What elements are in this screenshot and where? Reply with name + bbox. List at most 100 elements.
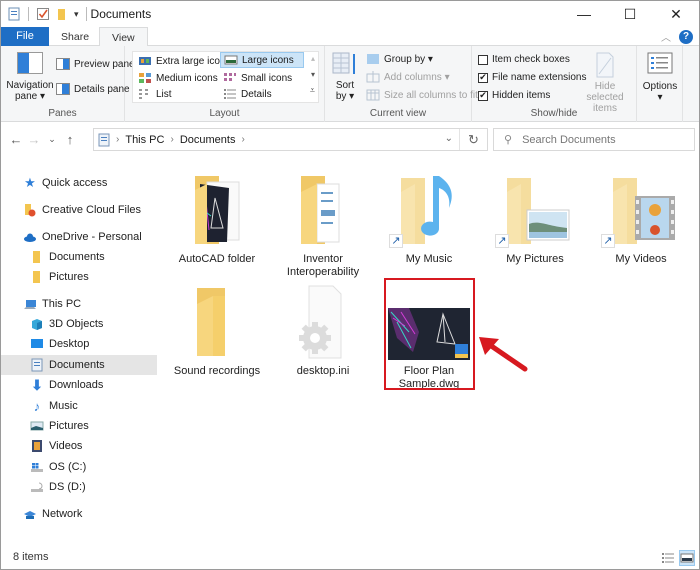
sidebar-item-onedrive-pictures[interactable]: Pictures xyxy=(1,267,157,287)
hide-selected-icon xyxy=(596,52,614,78)
current-view-group: Sort by ▾ Group by ▾ Add columns ▾ Size … xyxy=(325,46,478,122)
sidebar-item-videos[interactable]: Videos xyxy=(1,436,157,456)
music-note-icon: ♪ xyxy=(33,398,41,414)
up-button[interactable]: ↑ xyxy=(61,132,79,147)
file-name-extensions-toggle[interactable]: ✔ File name extensions xyxy=(478,72,587,83)
sidebar-item-downloads[interactable]: ⬇ Downloads xyxy=(1,375,157,395)
sidebar-item-onedrive[interactable]: OneDrive - Personal xyxy=(1,227,157,247)
layout-scroll-up[interactable]: ▴ xyxy=(311,54,315,63)
sidebar-item-music[interactable]: ♪ Music xyxy=(1,396,157,416)
size-all-columns-button[interactable]: Size all columns to fit xyxy=(366,89,478,101)
layout-expand[interactable]: ⩡ xyxy=(310,85,315,96)
folder-with-drawing-icon xyxy=(195,176,240,244)
back-button[interactable]: ← xyxy=(7,132,25,147)
sidebar-item-3d-objects[interactable]: 3D Objects xyxy=(1,314,157,334)
layout-list[interactable]: List xyxy=(135,86,175,102)
hidden-items-toggle[interactable]: ✔ Hidden items xyxy=(478,90,550,101)
file-item-desktop-ini[interactable]: desktop.ini xyxy=(273,282,373,378)
file-item-sound-recordings[interactable]: Sound recordings xyxy=(167,282,267,378)
sort-by-button[interactable]: Sort by ▾ xyxy=(331,52,359,102)
panes-group-label: Panes xyxy=(48,108,77,119)
item-check-boxes-checkbox[interactable] xyxy=(478,54,488,65)
layout-scroll-down[interactable]: ▾ xyxy=(311,70,315,79)
layout-small-icons[interactable]: Small icons xyxy=(220,70,295,86)
properties-icon[interactable] xyxy=(7,7,21,21)
show-hide-group: Item check boxes ✔ File name extensions … xyxy=(472,46,637,122)
preview-pane-icon xyxy=(56,58,70,70)
sidebar-item-documents[interactable]: Documents xyxy=(1,355,157,375)
group-by-icon xyxy=(367,54,379,64)
address-bar[interactable]: › This PC › Documents › ⌄ ↻ xyxy=(93,128,488,151)
layout-gallery: Extra large icons Large icons Medium ico… xyxy=(132,51,319,103)
layout-medium-icons[interactable]: Medium icons xyxy=(135,70,221,86)
minimize-button[interactable]: — xyxy=(561,1,607,27)
options-button[interactable]: Options ▾ xyxy=(641,52,679,103)
details-pane-button[interactable]: Details pane xyxy=(56,83,130,95)
breadcrumb-this-pc[interactable]: This PC xyxy=(125,134,164,146)
new-folder-icon[interactable] xyxy=(55,7,69,21)
folder-icon xyxy=(197,288,225,356)
layout-large-icons[interactable]: Large icons xyxy=(220,52,304,68)
medium-icons-icon xyxy=(139,73,151,83)
close-button[interactable]: ✕ xyxy=(653,1,699,27)
details-view-icon xyxy=(662,553,674,563)
current-view-group-label: Current view xyxy=(369,108,427,119)
folder-with-document-icon xyxy=(301,176,340,244)
large-icons-view-toggle[interactable] xyxy=(679,550,695,566)
details-view-toggle[interactable] xyxy=(660,550,676,566)
settings-file-icon xyxy=(299,285,342,359)
layout-group-label: Layout xyxy=(209,108,240,119)
recent-locations-button[interactable]: ⌄ xyxy=(43,134,61,145)
customize-toolbar-icon[interactable]: ▾ xyxy=(74,9,79,20)
checkmark-icon[interactable] xyxy=(36,7,50,21)
highlight-box xyxy=(384,278,475,390)
file-item-autocad-folder[interactable]: AutoCAD folder xyxy=(167,170,267,266)
sidebar-item-creative-cloud[interactable]: Creative Cloud Files xyxy=(1,200,157,220)
sidebar-item-ds-d[interactable]: DS (D:) xyxy=(1,477,157,497)
panes-group: Navigation pane ▾ Preview pane Details p… xyxy=(1,46,135,122)
download-arrow-icon: ⬇ xyxy=(31,376,43,393)
sidebar-item-onedrive-documents[interactable]: Documents xyxy=(1,247,157,267)
file-name: My Music xyxy=(405,253,453,265)
sidebar-item-os-c[interactable]: OS (C:) xyxy=(1,457,157,477)
file-name: Inventor Interoperability xyxy=(286,253,360,278)
navigation-bar: ← → ⌄ ↑ › This PC › Documents › ⌄ ↻ ⚲ Se… xyxy=(1,122,699,156)
item-check-boxes-toggle[interactable]: Item check boxes xyxy=(478,54,570,65)
collapse-ribbon-icon[interactable]: ︿ xyxy=(661,29,671,44)
tab-share[interactable]: Share xyxy=(51,27,99,46)
layout-details[interactable]: Details xyxy=(220,86,275,102)
tab-view[interactable]: View xyxy=(99,27,148,47)
add-columns-button[interactable]: Add columns ▾ xyxy=(366,71,450,83)
file-item-inventor-interoperability[interactable]: Inventor Interoperability xyxy=(273,170,373,279)
file-name-extensions-checkbox[interactable]: ✔ xyxy=(478,72,488,83)
sidebar-item-quick-access[interactable]: ★ Quick access xyxy=(1,173,157,193)
search-input[interactable]: Search Documents xyxy=(522,134,616,146)
forward-button[interactable]: → xyxy=(25,132,43,147)
size-columns-icon xyxy=(366,89,380,101)
sidebar-item-pictures[interactable]: Pictures xyxy=(1,416,157,436)
maximize-button[interactable]: ☐ xyxy=(607,1,653,27)
address-history-dropdown[interactable]: ⌄ xyxy=(445,133,453,144)
file-item-my-pictures[interactable]: ↗ My Pictures xyxy=(485,170,585,266)
navigation-pane-button[interactable]: Navigation pane ▾ xyxy=(5,52,55,102)
show-hide-group-label: Show/hide xyxy=(530,108,578,119)
file-item-my-music[interactable]: ↗ My Music xyxy=(379,170,479,266)
search-box[interactable]: ⚲ Search Documents xyxy=(493,128,695,151)
refresh-button[interactable]: ↻ xyxy=(459,129,487,150)
preview-pane-button[interactable]: Preview pane xyxy=(56,58,135,70)
sidebar-item-desktop[interactable]: Desktop xyxy=(1,334,157,354)
ribbon: Navigation pane ▾ Preview pane Details p… xyxy=(1,46,699,122)
sort-by-icon xyxy=(332,52,355,74)
group-by-button[interactable]: Group by ▾ xyxy=(366,53,433,65)
hidden-items-checkbox[interactable]: ✔ xyxy=(478,90,488,101)
layout-extra-large-icons[interactable]: Extra large icons xyxy=(135,53,233,69)
sidebar-item-network[interactable]: Network xyxy=(1,504,157,524)
help-icon[interactable]: ? xyxy=(679,29,693,44)
breadcrumb-documents[interactable]: Documents xyxy=(180,134,236,146)
tab-file[interactable]: File xyxy=(1,27,49,46)
hide-selected-items-button[interactable]: Hide selected items xyxy=(576,52,634,114)
documents-location-icon xyxy=(98,133,110,146)
sidebar-item-this-pc[interactable]: This PC xyxy=(1,294,157,314)
file-item-my-videos[interactable]: ↗ My Videos xyxy=(591,170,691,266)
file-name: desktop.ini xyxy=(296,365,350,377)
